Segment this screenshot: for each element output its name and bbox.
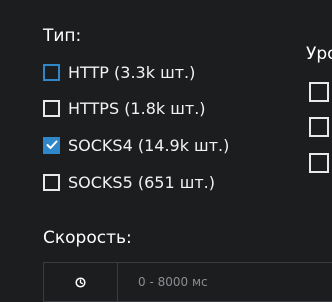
type-option-https[interactable]: HTTPS (1.8k шт.) (43, 97, 206, 119)
clock-icon (75, 276, 86, 288)
type-option-socks4[interactable]: SOCKS4 (14.9k шт.) (43, 134, 229, 156)
http-label: HTTP (3.3k шт.) (68, 62, 196, 82)
socks5-checkbox[interactable] (43, 173, 60, 191)
speed-filter-title: Скорость: (43, 228, 132, 248)
http-checkbox[interactable] (43, 63, 60, 81)
speed-icon-cell (44, 263, 118, 301)
socks5-label: SOCKS5 (651 шт.) (68, 172, 215, 192)
speed-filter-field (43, 262, 332, 302)
level-filter-title: Уро (306, 44, 332, 64)
socks4-label: SOCKS4 (14.9k шт.) (68, 135, 230, 155)
type-option-socks5[interactable]: SOCKS5 (651 шт.) (43, 171, 215, 193)
type-option-http[interactable]: HTTP (3.3k шт.) (43, 61, 195, 83)
https-checkbox[interactable] (43, 99, 60, 117)
type-filter-title: Тип: (43, 26, 82, 46)
check-icon (46, 140, 57, 149)
level-checkbox-2[interactable] (309, 117, 329, 137)
level-checkbox-3[interactable] (309, 153, 329, 173)
https-label: HTTPS (1.8k шт.) (68, 98, 206, 118)
level-checkbox-1[interactable] (309, 82, 329, 102)
speed-input[interactable] (118, 263, 332, 301)
socks4-checkbox[interactable] (43, 136, 60, 154)
